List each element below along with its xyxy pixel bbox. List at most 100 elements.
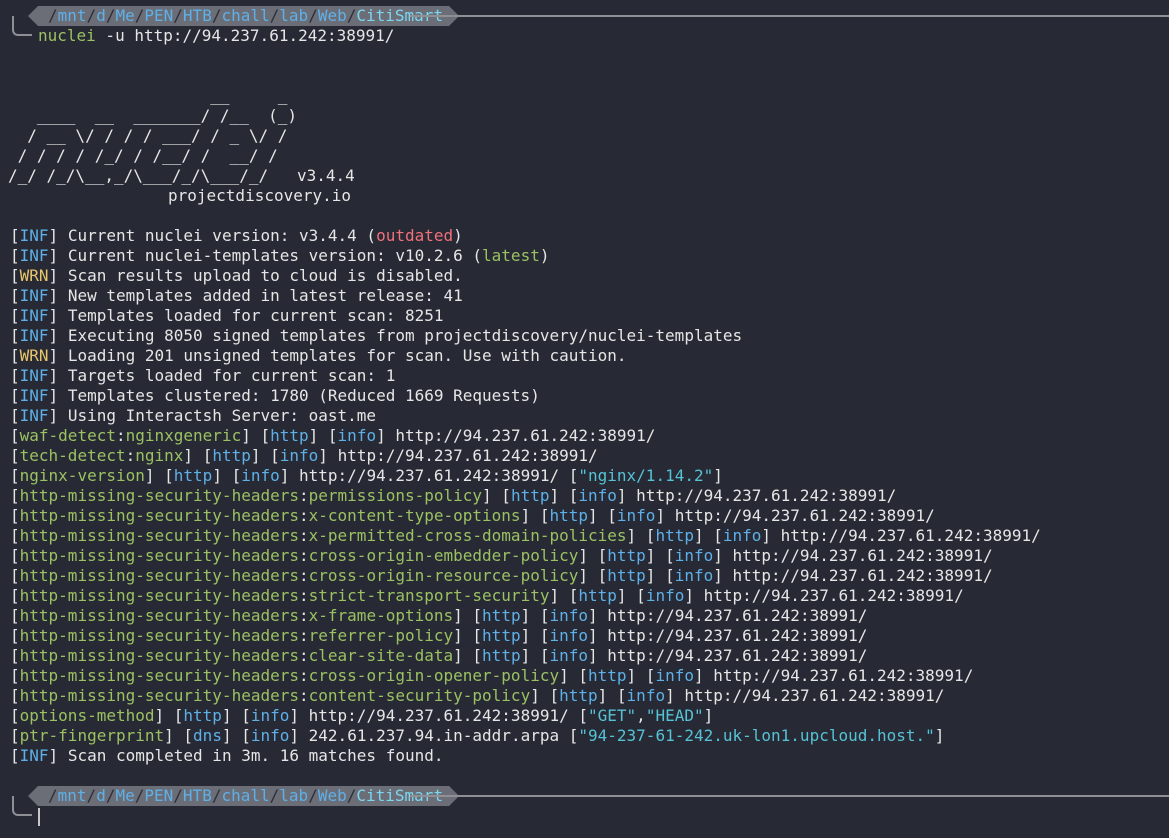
- protocol-tag: http: [482, 646, 521, 665]
- path-segment: lab: [279, 786, 309, 805]
- log-message: Targets loaded for current scan: 1: [67, 366, 396, 385]
- path-segment: chall: [221, 6, 270, 25]
- finding-line: [http-missing-security-headers:x-content…: [10, 506, 935, 525]
- severity-tag: info: [337, 426, 377, 445]
- log-level-badge: INF: [19, 286, 49, 305]
- prompt-corner: [12, 16, 32, 36]
- target-url: http://94.237.61.242:38991/: [607, 646, 868, 665]
- protocol-tag: http: [510, 486, 550, 505]
- path-separator: /: [308, 6, 318, 25]
- template-id: http-missing-security-headers: [19, 626, 299, 645]
- extracted-value: "94-237-61-242.uk-lon1.upcloud.host.": [578, 726, 935, 745]
- template-id: http-missing-security-headers: [19, 506, 299, 525]
- target-url: http://94.237.61.242:38991/: [703, 586, 964, 605]
- protocol-tag: http: [578, 586, 617, 605]
- severity-tag: info: [250, 726, 290, 745]
- path-segment: HTB: [182, 786, 212, 805]
- log-message: Using Interactsh Server: oast.me: [67, 406, 377, 425]
- template-id: http-missing-security-headers: [19, 486, 299, 505]
- banner-line: ____ __ _______/ /__ (_): [8, 106, 297, 125]
- matcher-name: cross-origin-resource-policy: [308, 566, 579, 585]
- banner-site: projectdiscovery.io: [168, 186, 352, 205]
- path-segment: HTB: [182, 6, 212, 25]
- matcher-name: cross-origin-embedder-policy: [308, 546, 579, 565]
- protocol-tag: dns: [193, 726, 222, 745]
- path-segment: lab: [279, 6, 309, 25]
- severity-tag: info: [626, 686, 666, 705]
- log-line: [INF] Templates loaded for current scan:…: [10, 306, 444, 325]
- finding-line: [ptr-fingerprint] [dns] [info] 242.61.23…: [10, 726, 945, 745]
- log-level-badge: WRN: [19, 346, 49, 365]
- protocol-tag: http: [482, 606, 521, 625]
- log-message: Scan results upload to cloud is disabled…: [67, 266, 463, 285]
- log-message: Loading 201 unsigned templates for scan.…: [67, 346, 627, 365]
- template-id: http-missing-security-headers: [19, 666, 299, 685]
- template-id: options-method: [19, 706, 155, 725]
- protocol-tag: http: [559, 686, 598, 705]
- template-id: http-missing-security-headers: [19, 526, 299, 545]
- path-segment: Web: [317, 786, 347, 805]
- finding-line: [http-missing-security-headers:referrer-…: [10, 626, 868, 645]
- matcher-name: cross-origin-opener-policy: [308, 666, 560, 685]
- path-separator: /: [48, 6, 58, 25]
- path-separator: /: [346, 6, 357, 25]
- severity-tag: info: [674, 546, 714, 565]
- protocol-tag: http: [270, 426, 309, 445]
- command-line: nuclei -u http://94.237.61.242:38991/: [38, 26, 394, 46]
- log-message: Scan completed in 3m. 16 matches found.: [67, 746, 444, 765]
- protocol-tag: http: [655, 526, 694, 545]
- extracted-value: "nginx/1.14.2": [578, 466, 714, 485]
- template-id: http-missing-security-headers: [19, 586, 299, 605]
- path-segment: Web: [317, 6, 347, 25]
- protocol-tag: http: [173, 466, 213, 485]
- matcher-name: content-security-policy: [308, 686, 531, 705]
- matcher-name: x-content-type-options: [308, 506, 521, 525]
- target-url: 242.61.237.94.in-addr.arpa: [308, 726, 560, 745]
- path-pill: /mnt/d/Me/PEN/HTB/chall/lab/Web/CitiSmar…: [28, 786, 459, 806]
- path-separator: /: [86, 786, 97, 805]
- target-url: http://94.237.61.242:38991/: [780, 526, 1041, 545]
- finding-line: [tech-detect:nginx] [http] [info] http:/…: [10, 446, 598, 465]
- log-line: [INF] Templates clustered: 1780 (Reduced…: [10, 386, 540, 405]
- target-url: http://94.237.61.242:38991/: [607, 606, 868, 625]
- log-line: [INF] Targets loaded for current scan: 1: [10, 366, 396, 385]
- path-separator: /: [48, 786, 58, 805]
- path-separator: /: [269, 6, 280, 25]
- template-id: http-missing-security-headers: [19, 566, 299, 585]
- log-level-badge: INF: [19, 406, 49, 425]
- text-cursor[interactable]: [38, 808, 40, 826]
- target-url: http://94.237.61.242:38991/: [713, 666, 974, 685]
- path-separator: /: [346, 786, 357, 805]
- severity-tag: info: [645, 586, 685, 605]
- finding-line: [http-missing-security-headers:permissio…: [10, 486, 897, 505]
- target-url: http://94.237.61.242:38991/: [674, 506, 935, 525]
- target-url: http://94.237.61.242:38991/: [308, 706, 569, 725]
- command-name: nuclei: [38, 26, 96, 45]
- path-separator: /: [269, 786, 280, 805]
- matcher-name: referrer-policy: [308, 626, 454, 645]
- template-id: http-missing-security-headers: [19, 646, 299, 665]
- log-level-badge: WRN: [19, 266, 49, 285]
- finding-line: [http-missing-security-headers:x-permitt…: [10, 526, 1041, 545]
- log-line: [INF] Current nuclei-templates version: …: [10, 246, 550, 265]
- log-message: Current nuclei version: v3.4.4 (: [67, 226, 377, 245]
- severity-tag: info: [279, 446, 319, 465]
- path-segment: mnt: [57, 6, 87, 25]
- target-url: http://94.237.61.242:38991/: [299, 466, 560, 485]
- log-level-badge: INF: [19, 326, 49, 345]
- finding-line: [http-missing-security-headers:cross-ori…: [10, 546, 993, 565]
- template-id: waf-detect: [19, 426, 116, 445]
- path-segment: d: [96, 6, 106, 25]
- prompt-rule: [410, 15, 1169, 17]
- severity-tag: info: [674, 566, 714, 585]
- severity-tag: info: [722, 526, 762, 545]
- matcher-name: permissions-policy: [308, 486, 483, 505]
- log-level-badge: INF: [19, 366, 49, 385]
- path-separator: /: [308, 786, 318, 805]
- protocol-tag: http: [607, 546, 646, 565]
- finding-line: [http-missing-security-headers:cross-ori…: [10, 566, 993, 585]
- log-line: [INF] Using Interactsh Server: oast.me: [10, 406, 377, 425]
- protocol-tag: http: [482, 626, 521, 645]
- path-segment: PEN: [144, 6, 174, 25]
- target-url: http://94.237.61.242:38991/: [732, 546, 993, 565]
